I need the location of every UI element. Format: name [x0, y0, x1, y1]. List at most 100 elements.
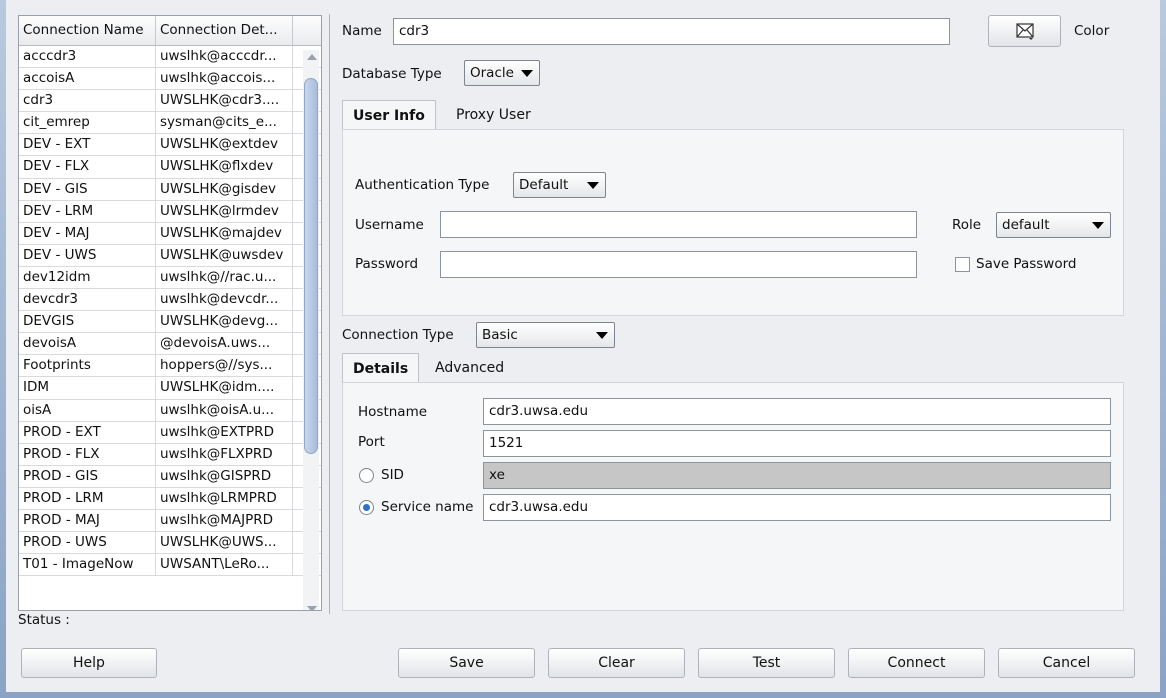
connection-details-cell: UWSLHK@flxdev [156, 156, 293, 178]
connection-details-cell: uwslhk@devcdr... [156, 289, 293, 311]
connection-name-cell: acccdr3 [19, 46, 156, 68]
connection-type-value: Basic [482, 327, 518, 343]
test-button[interactable]: Test [698, 648, 835, 678]
connection-details-cell: UWSLHK@extdev [156, 134, 293, 156]
connection-name-cell: cit_emrep [19, 112, 156, 134]
connection-type-label: Connection Type [342, 327, 454, 343]
table-row[interactable]: Footprints hoppers@//sys... [19, 355, 321, 378]
service-name-radio[interactable] [359, 500, 374, 515]
table-row[interactable]: DEVGIS UWSLHK@devg... [19, 311, 321, 334]
table-row[interactable]: DEV - EXT UWSLHK@extdev [19, 134, 321, 157]
authentication-type-select[interactable]: Default [513, 172, 606, 198]
tab-user-info[interactable]: User Info [342, 100, 436, 130]
table-row[interactable]: DEV - LRM UWSLHK@lrmdev [19, 200, 321, 223]
table-row[interactable]: acccdr3 uwslhk@acccdr... [19, 46, 321, 69]
table-row[interactable]: DEV - GIS UWSLHK@gisdev [19, 178, 321, 201]
save-button[interactable]: Save [398, 648, 535, 678]
envelope-icon [1015, 23, 1034, 40]
username-label: Username [355, 217, 424, 233]
table-row[interactable]: cdr3 UWSLHK@cdr3.... [19, 90, 321, 113]
tab-details[interactable]: Details [342, 353, 420, 383]
chevron-down-icon [596, 332, 608, 339]
connection-name-cell: DEVGIS [19, 311, 156, 333]
connection-details-cell: uwslhk@//rac.u... [156, 266, 293, 289]
connection-name-cell: PROD - MAJ [19, 509, 156, 532]
password-label: Password [355, 256, 419, 272]
cancel-button[interactable]: Cancel [998, 648, 1135, 678]
connect-button[interactable]: Connect [848, 648, 985, 678]
connection-list[interactable]: Connection Name Connection Det... acccdr… [18, 15, 322, 611]
table-row[interactable]: PROD - EXT uwslhk@EXTPRD [19, 421, 321, 444]
connection-name-cell: dev12idm [19, 266, 156, 289]
tab-proxy-user[interactable]: Proxy User [446, 100, 541, 130]
clear-button[interactable]: Clear [548, 648, 685, 678]
role-select[interactable]: default [996, 212, 1111, 238]
sid-radio[interactable] [359, 468, 374, 483]
connection-details-cell: uwslhk@LRMPRD [156, 487, 293, 509]
table-row[interactable]: devcdr3 uwslhk@devcdr... [19, 289, 321, 312]
table-row[interactable]: dev12idm uwslhk@//rac.u... [19, 266, 321, 290]
connection-list-header: Connection Name Connection Det... [19, 16, 321, 46]
service-name-input[interactable]: cdr3.uwsa.edu [483, 494, 1111, 521]
table-row[interactable]: PROD - GIS uwslhk@GISPRD [19, 465, 321, 488]
connection-details-cell: uwslhk@GISPRD [156, 465, 293, 487]
save-password-checkbox[interactable] [955, 257, 970, 272]
table-row[interactable]: IDM UWSLHK@idm.... [19, 377, 321, 400]
name-label: Name [342, 23, 382, 39]
table-row[interactable]: accoisA uwslhk@accois... [19, 68, 321, 91]
table-row[interactable]: devoisA @devoisA.uws... [19, 333, 321, 356]
sid-label: SID [381, 467, 404, 483]
table-row[interactable]: PROD - MAJ uwslhk@MAJPRD [19, 509, 321, 533]
table-row[interactable]: DEV - MAJ UWSLHK@majdev [19, 222, 321, 245]
tab-advanced[interactable]: Advanced [425, 353, 514, 383]
password-input[interactable] [440, 251, 917, 278]
table-row[interactable]: DEV - UWS UWSLHK@uwsdev [19, 244, 321, 267]
connection-name-cell: PROD - FLX [19, 443, 156, 465]
database-type-select[interactable]: Oracle [464, 60, 540, 86]
table-row[interactable]: PROD - UWS UWSLHK@UWS... [19, 532, 321, 555]
scrollbar-thumb[interactable] [304, 78, 318, 454]
connection-details-cell: uwslhk@MAJPRD [156, 509, 293, 532]
connection-details-cell: sysman@cits_e... [156, 112, 293, 134]
connection-rows: acccdr3 uwslhk@acccdr... accoisA uwslhk@acc… [19, 46, 321, 577]
table-row[interactable]: cit_emrep sysman@cits_e... [19, 112, 321, 135]
table-row[interactable]: PROD - LRM uwslhk@LRMPRD [19, 487, 321, 510]
connection-details-cell: UWSLHK@devg... [156, 311, 293, 333]
connection-details-cell: UWSLHK@cdr3.... [156, 90, 293, 112]
scroll-up-arrow-icon[interactable] [307, 54, 317, 60]
connection-name-cell: DEV - UWS [19, 244, 156, 266]
connection-name-cell: Footprints [19, 355, 156, 377]
username-input[interactable] [440, 211, 917, 238]
role-value: default [1002, 217, 1050, 233]
port-input[interactable]: 1521 [483, 430, 1111, 457]
connection-name-cell: PROD - LRM [19, 487, 156, 509]
color-button[interactable] [988, 15, 1061, 47]
authentication-type-value: Default [519, 177, 569, 193]
split-divider[interactable] [329, 14, 330, 614]
connection-type-select[interactable]: Basic [476, 322, 615, 348]
name-input[interactable]: cdr3 [393, 18, 950, 45]
help-button[interactable]: Help [21, 648, 157, 678]
connection-name-cell: DEV - FLX [19, 156, 156, 178]
table-row[interactable]: PROD - FLX uwslhk@FLXPRD [19, 443, 321, 466]
connection-name-cell: DEV - EXT [19, 134, 156, 156]
connection-details-cell: uwslhk@FLXPRD [156, 443, 293, 465]
chevron-down-icon [1092, 222, 1104, 229]
column-header-connection-details[interactable]: Connection Det... [156, 16, 293, 45]
table-row[interactable]: DEV - FLX UWSLHK@flxdev [19, 156, 321, 179]
connection-name-cell: cdr3 [19, 90, 156, 112]
connection-details-cell: UWSLHK@gisdev [156, 178, 293, 200]
connection-name-cell: DEV - MAJ [19, 222, 156, 244]
hostname-input[interactable]: cdr3.uwsa.edu [483, 398, 1111, 425]
connection-details-cell: UWSANT\LeRo... [156, 554, 293, 576]
table-row[interactable]: oisA uwslhk@oisA.u... [19, 399, 321, 422]
sid-input[interactable]: xe [483, 462, 1111, 489]
vertical-scrollbar[interactable] [303, 50, 319, 610]
authentication-type-label: Authentication Type [355, 177, 490, 193]
connection-name-cell: PROD - GIS [19, 465, 156, 487]
connection-name-cell: PROD - UWS [19, 532, 156, 554]
column-header-connection-name[interactable]: Connection Name [19, 16, 156, 45]
table-row[interactable]: T01 - ImageNow UWSANT\LeRo... [19, 554, 321, 577]
scroll-down-arrow-icon[interactable] [307, 606, 317, 610]
status-label: Status : [18, 612, 70, 628]
